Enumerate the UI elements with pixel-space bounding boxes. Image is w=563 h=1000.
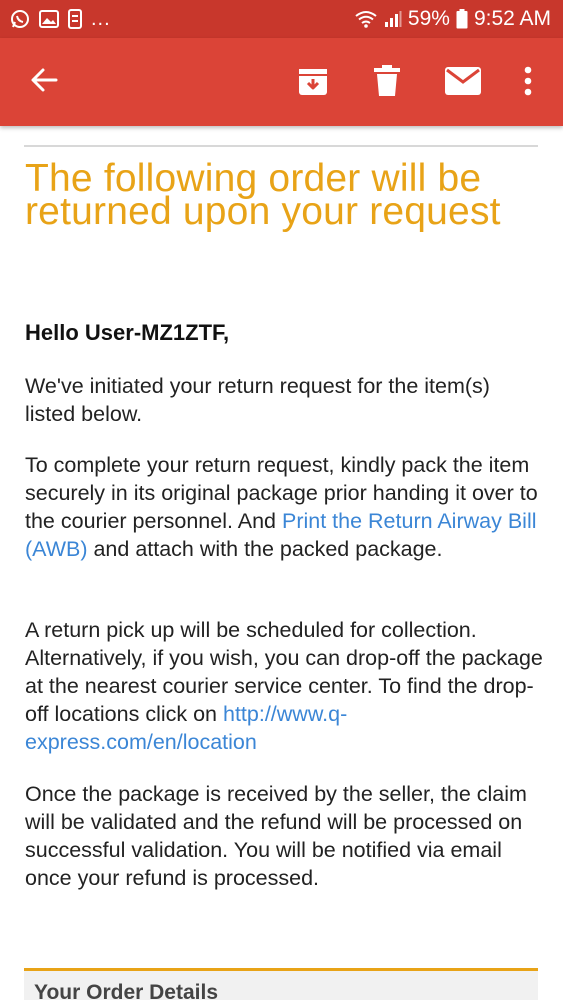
delete-icon — [374, 64, 400, 102]
back-arrow-icon — [30, 66, 58, 99]
wifi-icon — [354, 10, 378, 28]
more-vert-icon — [524, 66, 532, 101]
battery-percent: 59% — [407, 7, 450, 30]
delete-button[interactable] — [366, 62, 408, 104]
mark-unread-button[interactable] — [440, 62, 486, 104]
status-left: ... — [10, 8, 111, 31]
gallery-icon — [39, 10, 59, 28]
instructions-text-end: and attach with the packed package. — [87, 537, 443, 561]
email-body: The following order will be returned upo… — [0, 126, 563, 1000]
paragraph-instructions: To complete your return request, kindly … — [25, 451, 545, 563]
greeting: Hello User-MZ1ZTF, — [25, 320, 230, 345]
notification-icon — [68, 9, 82, 29]
mail-icon — [445, 66, 481, 100]
archive-icon — [297, 65, 329, 102]
back-button[interactable] — [22, 60, 66, 104]
order-details-section: Your Order Details — [24, 968, 538, 1000]
divider — [24, 145, 538, 147]
order-details-title: Your Order Details — [34, 981, 218, 1000]
more-notifications: ... — [91, 7, 111, 30]
archive-button[interactable] — [292, 62, 334, 104]
status-right: 59% 9:52 AM — [354, 7, 551, 31]
signal-icon — [384, 10, 402, 28]
paragraph-intro: We've initiated your return request for … — [25, 374, 490, 426]
whatsapp-icon — [10, 9, 30, 29]
paragraph-refund: Once the package is received by the sell… — [25, 782, 527, 890]
email-toolbar — [0, 38, 563, 126]
paragraph-pickup: A return pick up will be scheduled for c… — [25, 616, 545, 756]
more-options-button[interactable] — [512, 62, 544, 104]
battery-icon — [456, 9, 468, 29]
status-bar: ... 59% 9:52 AM — [0, 0, 563, 38]
clock: 9:52 AM — [473, 7, 551, 30]
email-headline: The following order will be returned upo… — [25, 157, 501, 233]
